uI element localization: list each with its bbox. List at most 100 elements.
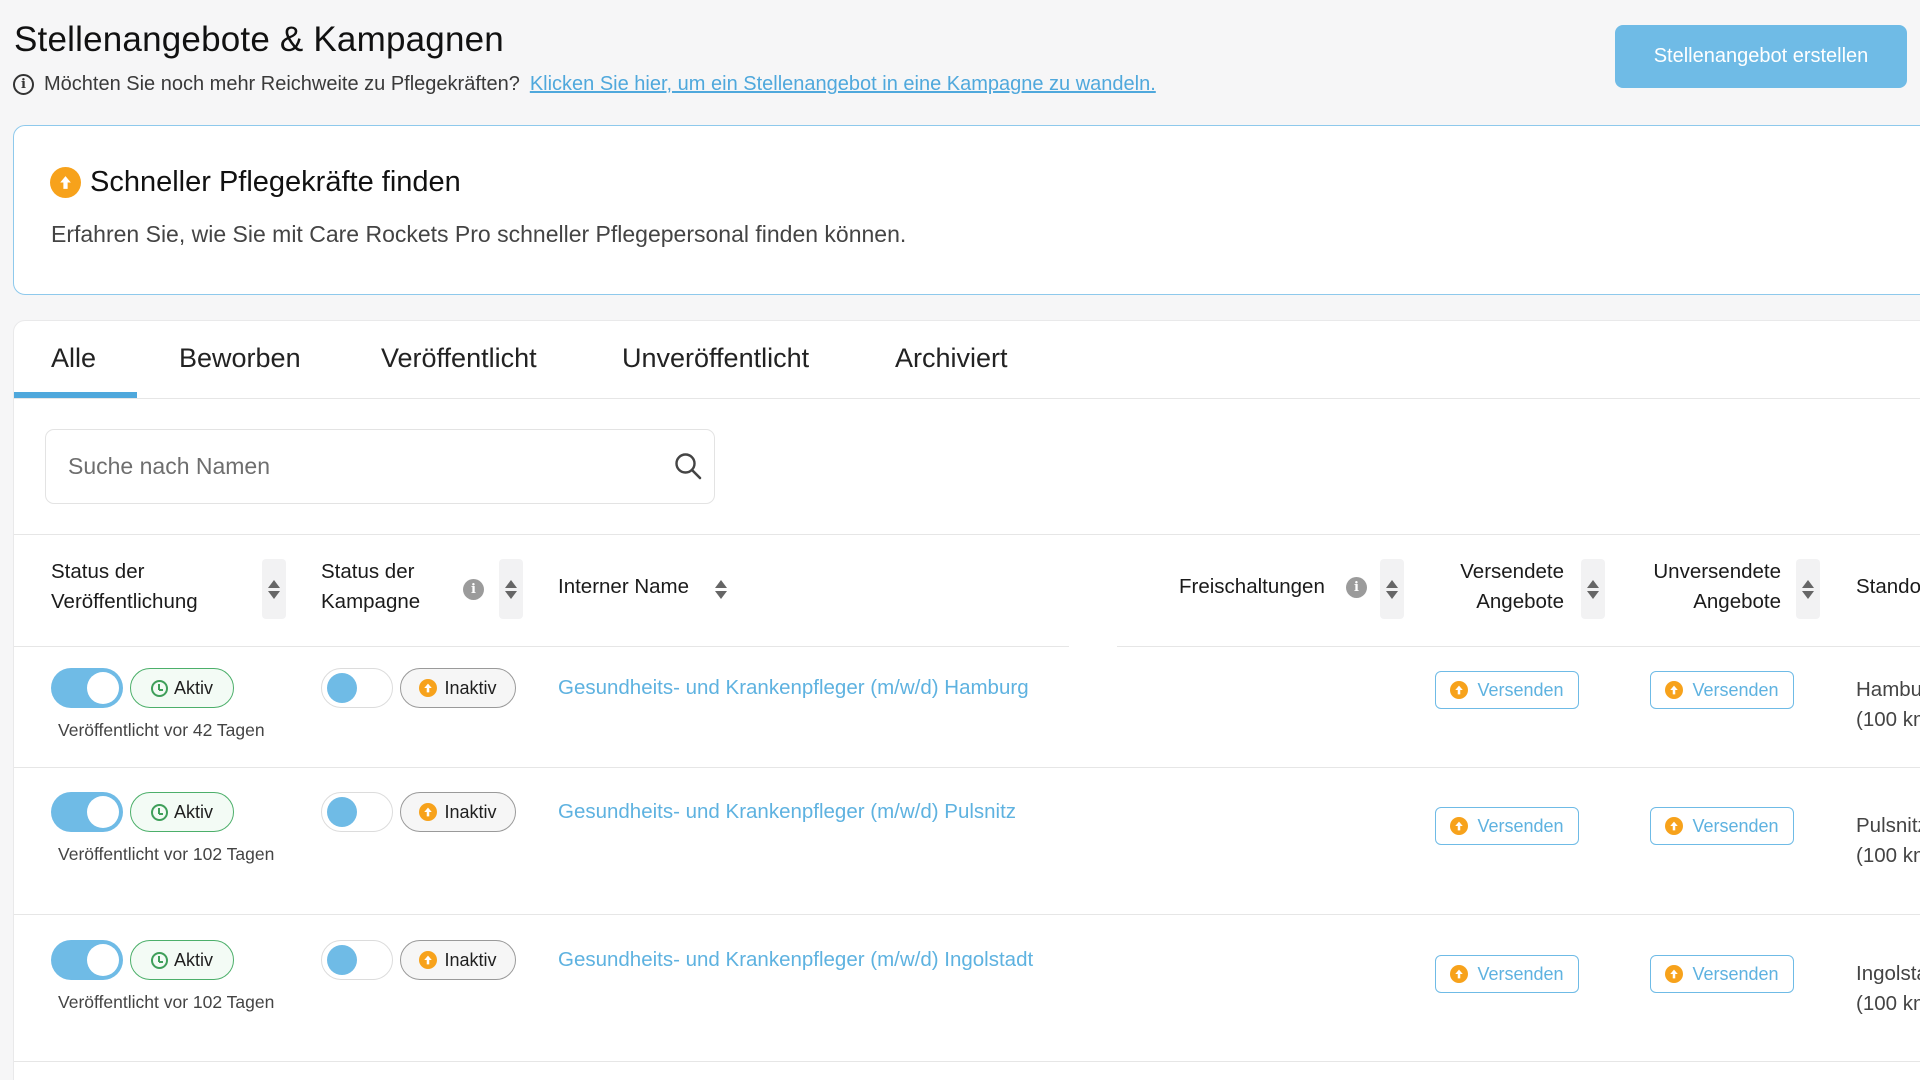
location-city: Hamburg	[1856, 678, 1920, 701]
active-label: Aktiv	[173, 949, 213, 970]
page-title: Stellenangebote & Kampagnen	[14, 20, 504, 59]
header-internal-name: Interner Name	[558, 575, 690, 598]
send-label: Versenden	[1477, 815, 1564, 836]
send-unsent-offers-button[interactable]: Versenden	[1650, 955, 1794, 993]
promo-text: Erfahren Sie, wie Sie mit Care Rockets P…	[51, 221, 907, 247]
tab-beworben[interactable]: Beworben	[179, 343, 301, 374]
rocket-icon	[1665, 817, 1684, 835]
sort-sent-offers[interactable]	[1581, 559, 1605, 619]
rocket-icon	[1665, 965, 1684, 983]
sort-campaign-status[interactable]	[499, 559, 523, 619]
header-sent-offers: Versendete Angebote	[1444, 557, 1564, 617]
publish-toggle[interactable]	[51, 940, 123, 980]
tab-unveroeffentlicht[interactable]: Unveröffentlicht	[622, 343, 809, 374]
header-text-line: Status der	[51, 560, 145, 583]
job-offers-card: Alle Beworben Veröffentlicht Unveröffent…	[13, 320, 1920, 1080]
tab-veroeffentlicht[interactable]: Veröffentlicht	[381, 343, 537, 374]
header-text-line: Veröffentlichung	[51, 590, 198, 613]
header-divider	[1117, 646, 1920, 647]
header-text-line: Angebote	[1476, 590, 1564, 613]
header-location: Standort	[1856, 575, 1920, 598]
send-unsent-offers-button[interactable]: Versenden	[1650, 807, 1794, 845]
published-since: Veröffentlicht vor 42 Tagen	[58, 720, 265, 740]
header-text-line: Kampagne	[321, 590, 421, 613]
sort-publication-status[interactable]	[262, 559, 286, 619]
inactive-label: Inaktiv	[444, 677, 497, 698]
active-tab-indicator	[14, 392, 137, 398]
row-divider	[14, 914, 1920, 915]
rocket-icon	[419, 679, 438, 697]
publish-toggle[interactable]	[51, 668, 123, 708]
send-sent-offers-button[interactable]: Versenden	[1435, 807, 1579, 845]
location-cell: Ingolstadt (100 km)	[1856, 959, 1920, 1019]
active-label: Aktiv	[173, 801, 213, 822]
promo-heading: Schneller Pflegekräfte finden	[50, 166, 461, 199]
search-box	[45, 429, 715, 504]
send-label: Versenden	[1692, 815, 1779, 836]
header-publication-status: Status der Veröffentlichung	[51, 557, 198, 617]
location-radius: (100 km)	[1856, 708, 1920, 731]
tab-archiviert[interactable]: Archiviert	[895, 343, 1008, 374]
send-sent-offers-button[interactable]: Versenden	[1435, 955, 1579, 993]
send-unsent-offers-button[interactable]: Versenden	[1650, 671, 1794, 709]
location-cell: Pulsnitz, (100 km)	[1856, 811, 1920, 871]
job-offer-name-link[interactable]: Gesundheits- und Krankenpfleger (m/w/d) …	[558, 676, 1029, 700]
header-divider	[14, 646, 1069, 647]
publish-toggle[interactable]	[51, 792, 123, 832]
reach-info: i Möchten Sie noch mehr Reichweite zu Pf…	[13, 73, 1156, 96]
published-since: Veröffentlicht vor 102 Tagen	[58, 844, 275, 864]
create-job-offer-button[interactable]: Stellenangebot erstellen	[1615, 25, 1907, 88]
location-city: Ingolstadt	[1856, 962, 1920, 985]
promo-card[interactable]: Schneller Pflegekräfte finden Erfahren S…	[13, 125, 1920, 295]
tab-alle[interactable]: Alle	[51, 343, 96, 374]
rocket-icon	[1665, 681, 1684, 699]
rocket-icon	[50, 167, 81, 198]
job-offer-name-link[interactable]: Gesundheits- und Krankenpfleger (m/w/d) …	[558, 948, 1033, 972]
status-badge-inactive: Inaktiv	[400, 668, 516, 708]
inactive-label: Inaktiv	[444, 801, 497, 822]
sort-unsent-offers[interactable]	[1796, 559, 1820, 619]
rocket-icon	[1450, 681, 1469, 699]
status-badge-inactive: Inaktiv	[400, 792, 516, 832]
tab-bar: Alle Beworben Veröffentlicht Unveröffent…	[14, 321, 1920, 399]
clock-icon	[150, 951, 168, 969]
reach-info-text: Möchten Sie noch mehr Reichweite zu Pfle…	[44, 73, 520, 95]
clock-icon	[150, 679, 168, 697]
send-label: Versenden	[1477, 679, 1564, 700]
status-badge-active: Aktiv	[130, 668, 234, 708]
send-sent-offers-button[interactable]: Versenden	[1435, 671, 1579, 709]
campaign-toggle[interactable]	[321, 940, 393, 980]
status-badge-active: Aktiv	[130, 940, 234, 980]
job-offer-name-link[interactable]: Gesundheits- und Krankenpfleger (m/w/d) …	[558, 800, 1016, 824]
convert-to-campaign-link[interactable]: Klicken Sie hier, um ein Stellenangebot …	[530, 73, 1156, 96]
published-since: Veröffentlicht vor 102 Tagen	[58, 992, 275, 1012]
search-input[interactable]	[68, 450, 628, 482]
sort-internal-name[interactable]	[709, 571, 733, 607]
search-icon[interactable]	[673, 451, 703, 486]
rocket-icon	[419, 951, 438, 969]
campaign-toggle[interactable]	[321, 668, 393, 708]
header-text-line: Versendete	[1460, 560, 1564, 583]
active-label: Aktiv	[173, 677, 213, 698]
location-city: Pulsnitz,	[1856, 814, 1920, 837]
send-label: Versenden	[1692, 679, 1779, 700]
campaign-info-icon[interactable]: i	[463, 579, 484, 600]
row-divider	[14, 767, 1920, 768]
clock-icon	[150, 803, 168, 821]
row-divider	[14, 1061, 1920, 1062]
campaign-toggle[interactable]	[321, 792, 393, 832]
location-cell: Hamburg (100 km)	[1856, 675, 1920, 735]
header-campaign-status: Status der Kampagne	[321, 557, 420, 617]
table-top-divider	[14, 534, 1920, 535]
unlocks-info-icon[interactable]: i	[1346, 577, 1367, 598]
send-label: Versenden	[1477, 963, 1564, 984]
rocket-icon	[1450, 817, 1469, 835]
header-unsent-offers: Unversendete Angebote	[1631, 557, 1781, 617]
sort-unlocks[interactable]	[1380, 559, 1404, 619]
rocket-icon	[419, 803, 438, 821]
status-badge-active: Aktiv	[130, 792, 234, 832]
rocket-icon	[1450, 965, 1469, 983]
header-unlocks: Freischaltungen	[1179, 575, 1325, 598]
header-text-line: Angebote	[1693, 590, 1781, 613]
promo-title: Schneller Pflegekräfte finden	[90, 166, 461, 198]
